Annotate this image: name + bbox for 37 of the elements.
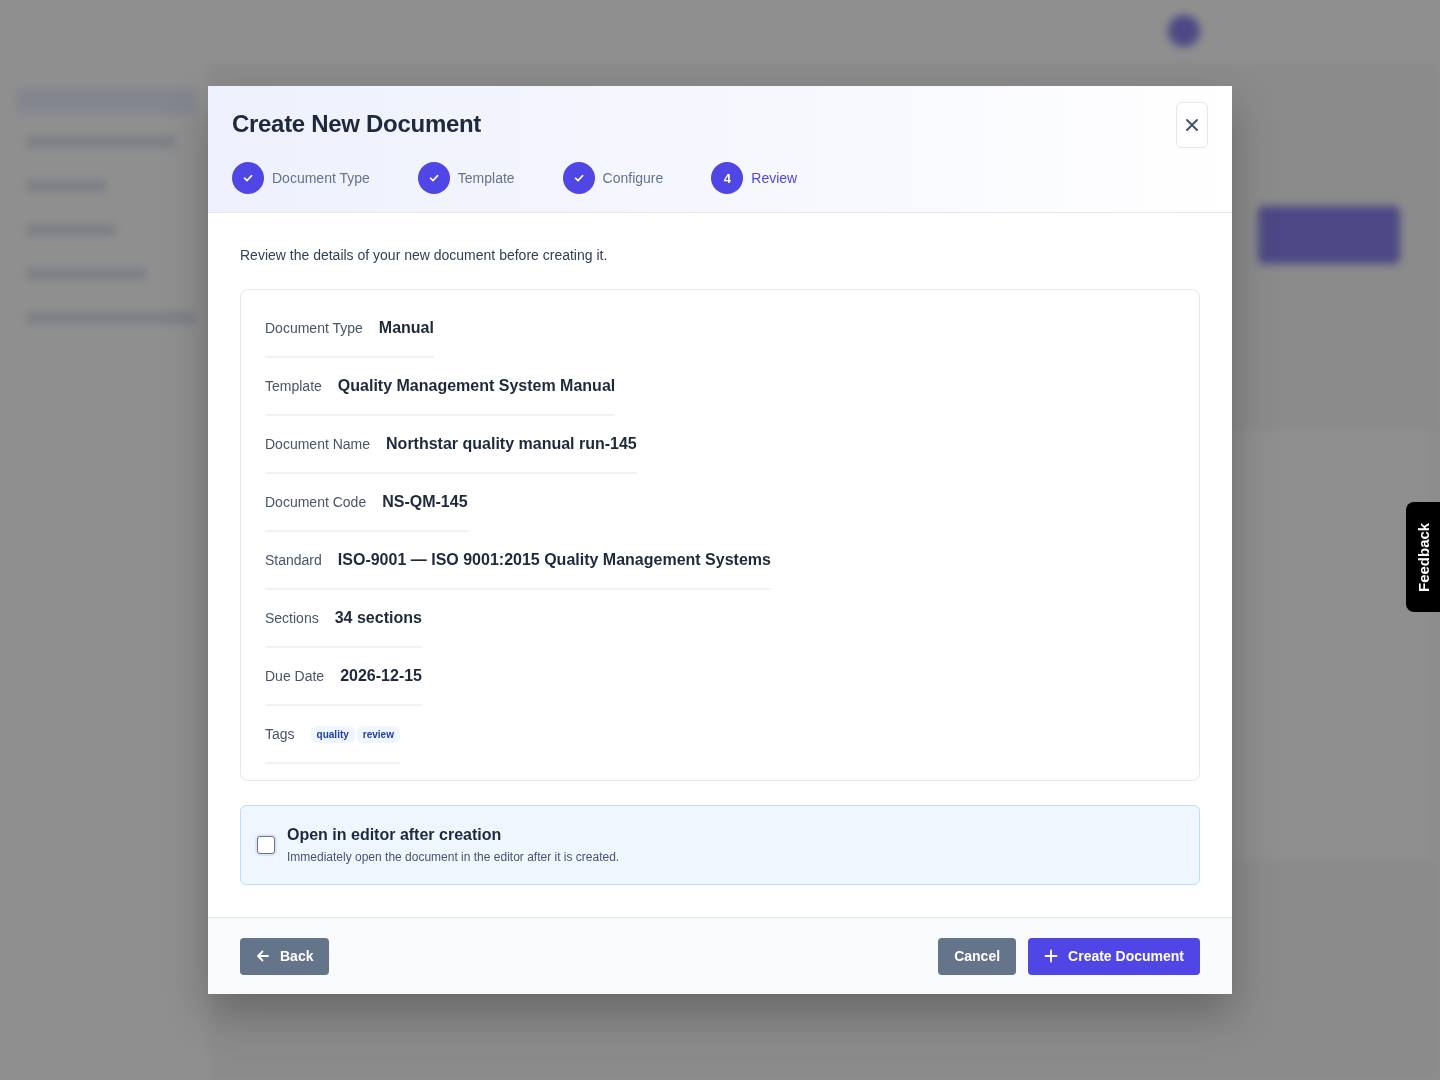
detail-label: Tags (265, 726, 295, 742)
detail-value: 2026-12-15 (340, 667, 422, 685)
dialog-title: Create New Document (232, 110, 482, 138)
stepper-step: 4 Review (711, 162, 798, 194)
plus-icon (1044, 949, 1059, 963)
detail-value: NS-QM-145 (382, 493, 468, 511)
arrow-left-icon (256, 949, 270, 963)
detail-label: Template (265, 378, 322, 394)
intro-text: Review the details of your new document before creating it. (240, 247, 609, 263)
check-icon (572, 172, 585, 184)
create-document-button[interactable]: Create Document (1028, 937, 1200, 975)
stepper-step: Document Type (232, 162, 370, 194)
check-icon (427, 172, 440, 184)
close-button[interactable] (1176, 102, 1208, 148)
detail-label: Sections (265, 610, 319, 626)
detail-label: Document Code (265, 494, 367, 510)
option-description: Immediately open the document in the editor after it is created. (287, 850, 620, 864)
check-icon (242, 172, 254, 184)
detail-label: Standard (265, 552, 322, 568)
detail-value: 34 sections (334, 609, 422, 627)
detail-value: Quality Management System Manual (337, 377, 616, 395)
detail-label: Document Type (265, 320, 363, 336)
tag-badge: quality (310, 725, 355, 743)
detail-value: Northstar quality manual run-145 (386, 435, 637, 453)
cancel-button[interactable]: Cancel (938, 937, 1017, 975)
detail-value: ISO-9001 — ISO 9001:2015 Quality Management Systems (337, 551, 771, 569)
stepper-step: Configure (562, 162, 664, 194)
detail-value: Manual (378, 319, 434, 337)
feedback-tab[interactable]: Feedback (1406, 502, 1440, 612)
back-button[interactable]: Back (240, 937, 330, 975)
stepper-step: Template (417, 162, 515, 194)
detail-label: Document Name (265, 436, 371, 452)
checkbox[interactable] (257, 836, 275, 854)
option-title: Open in editor after creation (287, 826, 503, 844)
tag-badge: review (356, 725, 400, 743)
detail-label: Due Date (265, 668, 325, 684)
close-icon (1185, 118, 1199, 132)
